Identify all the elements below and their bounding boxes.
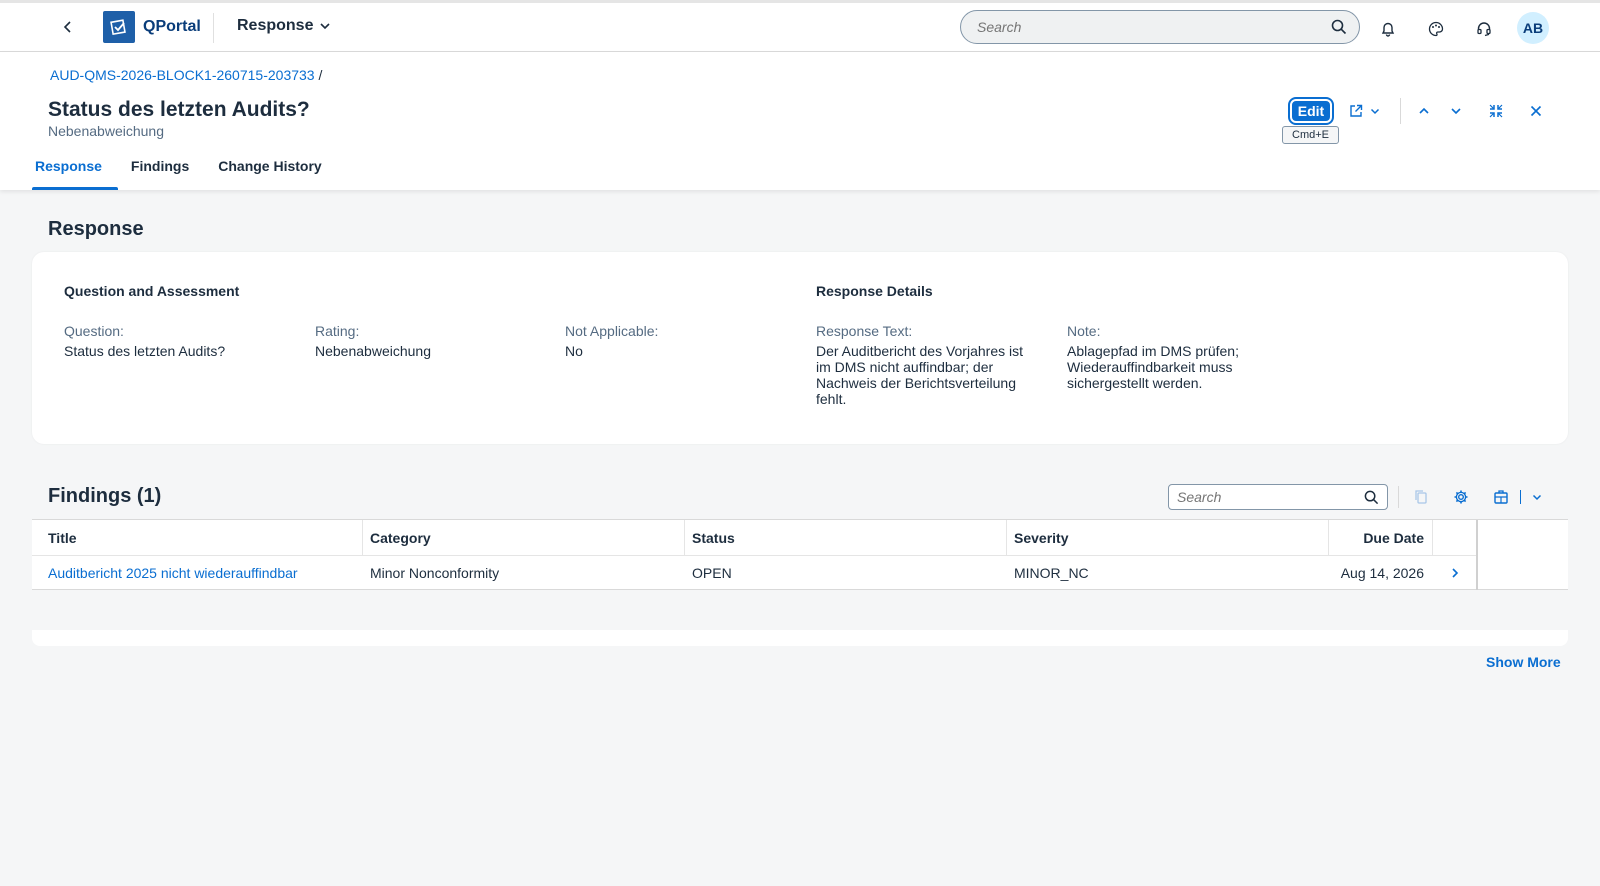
app-menu-label: Response xyxy=(237,17,314,34)
breadcrumb-link-audit[interactable]: AUD-QMS-2026-BLOCK1-260715-203733 xyxy=(50,67,315,83)
question-label: Question: xyxy=(64,323,124,339)
finding-status: OPEN xyxy=(692,565,732,581)
finding-severity: MINOR_NC xyxy=(1014,565,1089,581)
question-value: Status des letzten Audits? xyxy=(64,343,226,359)
export-icon xyxy=(1494,490,1508,504)
copy-icon xyxy=(1415,490,1427,504)
product-name[interactable]: QPortal xyxy=(143,18,201,36)
table-footer xyxy=(32,630,1568,646)
search-icon[interactable] xyxy=(1331,19,1347,35)
breadcrumb: AUD-QMS-2026-BLOCK1-260715-203733 / xyxy=(50,67,322,83)
tab-findings[interactable]: Findings xyxy=(128,152,205,190)
response-details-group-title: Response Details xyxy=(816,283,933,299)
column-header-due-date[interactable]: Due Date xyxy=(1328,520,1432,555)
tab-response[interactable]: Response xyxy=(32,152,118,190)
column-divider xyxy=(1432,520,1433,555)
toolbar-separator xyxy=(1398,486,1399,508)
table-settings-button[interactable] xyxy=(1448,484,1474,510)
finding-title-link[interactable]: Auditbericht 2025 nicht wiederauffindbar xyxy=(40,556,354,590)
not-applicable-value: No xyxy=(565,343,583,359)
findings-search-input[interactable] xyxy=(1177,489,1364,505)
table-end-divider xyxy=(1476,520,1478,590)
export-split-separator xyxy=(1520,490,1521,504)
finding-due-date: Aug 14, 2026 xyxy=(1340,565,1424,581)
exit-fullscreen-icon xyxy=(1489,104,1503,118)
share-icon xyxy=(1350,104,1363,117)
response-card: Question and Assessment Response Details… xyxy=(32,252,1568,444)
question-assessment-group-title: Question and Assessment xyxy=(64,283,240,299)
response-text-label: Response Text: xyxy=(816,323,913,339)
breadcrumb-separator: / xyxy=(318,67,323,83)
edit-button[interactable]: Edit xyxy=(1288,97,1334,125)
column-header-category[interactable]: Category xyxy=(362,520,684,555)
search-icon[interactable] xyxy=(1364,490,1379,505)
page-title: Status des letzten Audits? xyxy=(48,98,310,121)
shell-divider xyxy=(213,13,214,43)
shell-search-field[interactable] xyxy=(960,10,1360,44)
support-button[interactable] xyxy=(1468,13,1500,45)
next-item-button[interactable] xyxy=(1442,97,1470,125)
findings-table: Title Category Status Severity Due Date … xyxy=(32,519,1568,590)
chevron-right-icon xyxy=(1452,568,1459,578)
close-icon xyxy=(1530,105,1542,117)
show-more-button[interactable]: Show More xyxy=(1486,654,1561,670)
previous-item-button[interactable] xyxy=(1410,97,1438,125)
chevron-down-icon xyxy=(1370,108,1380,115)
rating-label: Rating: xyxy=(315,323,360,339)
share-menu-button[interactable] xyxy=(1342,97,1386,125)
chevron-down-icon xyxy=(1532,494,1542,501)
notifications-button[interactable] xyxy=(1372,13,1404,45)
copy-button[interactable] xyxy=(1408,484,1434,510)
close-button[interactable] xyxy=(1522,97,1550,125)
tab-change-history[interactable]: Change History xyxy=(215,152,337,190)
findings-section-title: Findings (1) xyxy=(48,485,162,507)
chevron-down-icon xyxy=(1451,108,1461,115)
edit-shortcut-tooltip: Cmd+E xyxy=(1282,126,1339,144)
user-avatar[interactable]: AB xyxy=(1517,12,1549,44)
row-navigation-button[interactable] xyxy=(1440,556,1470,590)
column-header-severity[interactable]: Severity xyxy=(1006,520,1328,555)
palette-icon xyxy=(1428,21,1444,37)
finding-category: Minor Nonconformity xyxy=(370,565,500,581)
export-menu-button[interactable] xyxy=(1524,484,1550,510)
note-label: Note: xyxy=(1067,323,1101,339)
chevron-down-icon xyxy=(320,23,331,30)
chevron-left-icon xyxy=(63,21,71,33)
not-applicable-label: Not Applicable: xyxy=(565,323,659,339)
gear-icon xyxy=(1454,490,1468,504)
column-header-status[interactable]: Status xyxy=(684,520,1006,555)
shell-bar: QPortal Response AB xyxy=(0,0,1600,52)
export-button[interactable] xyxy=(1488,484,1514,510)
headset-icon xyxy=(1477,22,1491,37)
header-actions-separator xyxy=(1400,98,1401,124)
rating-value: Nebenabweichung xyxy=(315,343,431,359)
object-page-header: AUD-QMS-2026-BLOCK1-260715-203733 / Stat… xyxy=(0,52,1600,190)
tab-bar: Response Findings Change History xyxy=(32,152,348,190)
response-section-title: Response xyxy=(48,218,144,240)
response-text-value: Der Auditbericht des Vorjahres ist im DM… xyxy=(816,343,1023,407)
findings-search-field[interactable] xyxy=(1168,484,1388,510)
page-subtitle: Nebenabweichung xyxy=(48,123,164,139)
chevron-up-icon xyxy=(1419,107,1429,114)
column-header-title[interactable]: Title xyxy=(40,520,354,555)
theme-button[interactable] xyxy=(1420,13,1452,45)
note-value: Ablagepfad im DMS prüfen; Wiederauffindb… xyxy=(1067,343,1239,391)
app-menu-button[interactable]: Response xyxy=(237,17,331,35)
bell-icon xyxy=(1381,22,1395,37)
qportal-logo-icon[interactable] xyxy=(103,11,135,43)
exit-fullscreen-button[interactable] xyxy=(1482,97,1510,125)
back-button[interactable] xyxy=(52,11,84,43)
shell-search-input[interactable] xyxy=(977,19,1331,35)
